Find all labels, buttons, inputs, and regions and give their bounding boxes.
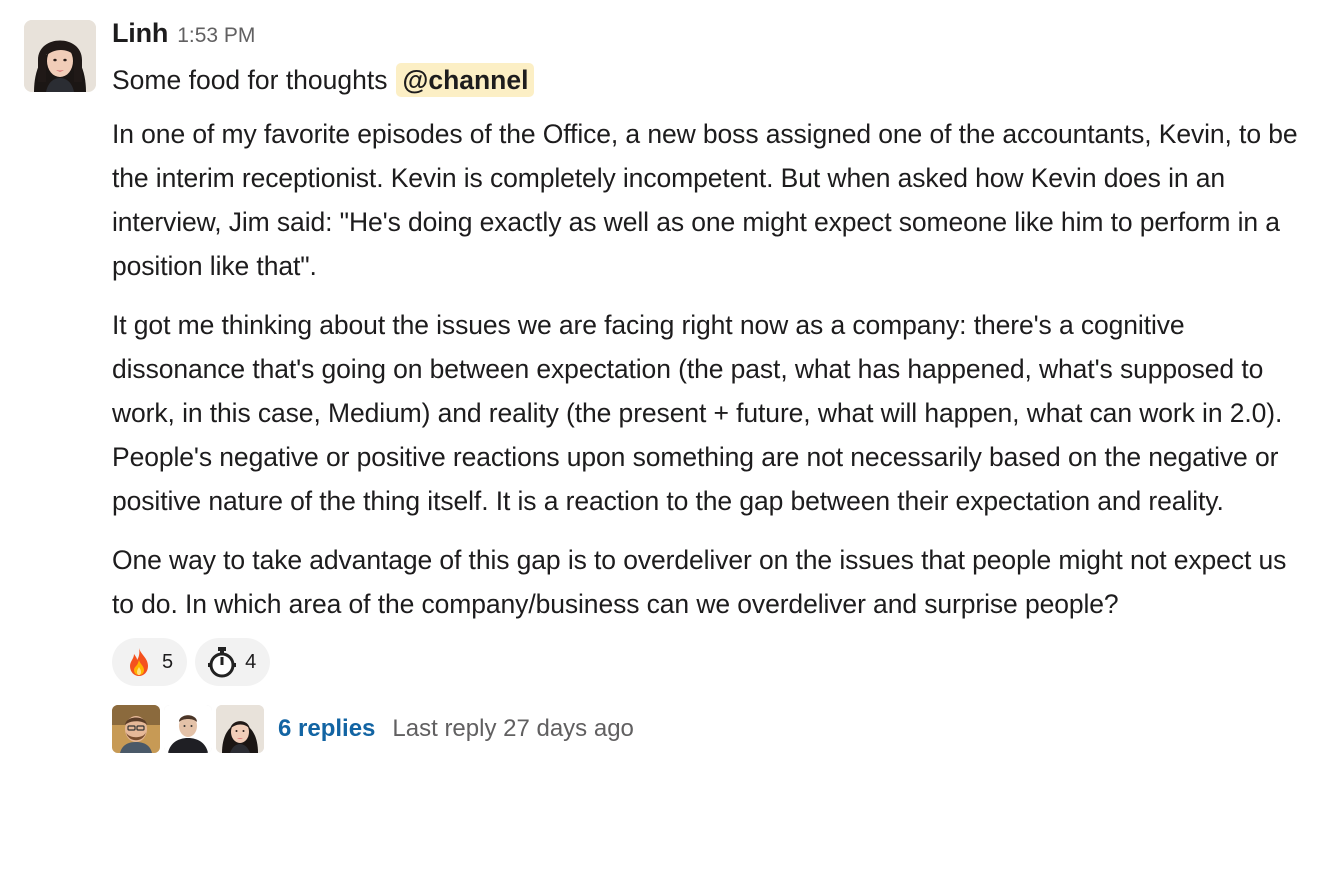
thread-participant-avatar[interactable] (216, 705, 264, 753)
reactions-bar: 5 4 (112, 638, 1308, 686)
channel-mention[interactable]: @channel (396, 63, 535, 97)
message-paragraph-2: It got me thinking about the issues we a… (112, 310, 1283, 516)
reaction-count: 5 (162, 650, 174, 673)
reaction-fire[interactable]: 5 (112, 638, 188, 686)
thread-summary: 6 replies Last reply 27 days ago (112, 704, 1308, 754)
intro-text: Some food for thoughts (112, 65, 388, 95)
message-paragraph-3: One way to take advantage of this gap is… (112, 545, 1287, 619)
fire-icon (124, 646, 154, 678)
author-avatar[interactable] (24, 20, 96, 92)
reaction-count: 4 (245, 650, 257, 673)
reaction-stopwatch[interactable]: 4 (195, 638, 271, 686)
thread-replies-link[interactable]: 6 replies (278, 715, 375, 743)
author-name[interactable]: Linh (112, 18, 168, 49)
message-paragraph-1: In one of my favorite episodes of the Of… (112, 119, 1298, 281)
stopwatch-icon (207, 646, 237, 678)
message-content: Linh 1:53 PM Some food for thoughts @cha… (112, 18, 1308, 754)
thread-participant-avatar[interactable] (164, 705, 212, 753)
message-timestamp[interactable]: 1:53 PM (177, 24, 255, 48)
thread-participant-avatar[interactable] (112, 705, 160, 753)
message-header: Linh 1:53 PM (112, 18, 1308, 54)
message: Linh 1:53 PM Some food for thoughts @cha… (0, 0, 1336, 886)
thread-last-reply: Last reply 27 days ago (392, 715, 634, 742)
message-intro: Some food for thoughts @channel (112, 62, 1308, 98)
